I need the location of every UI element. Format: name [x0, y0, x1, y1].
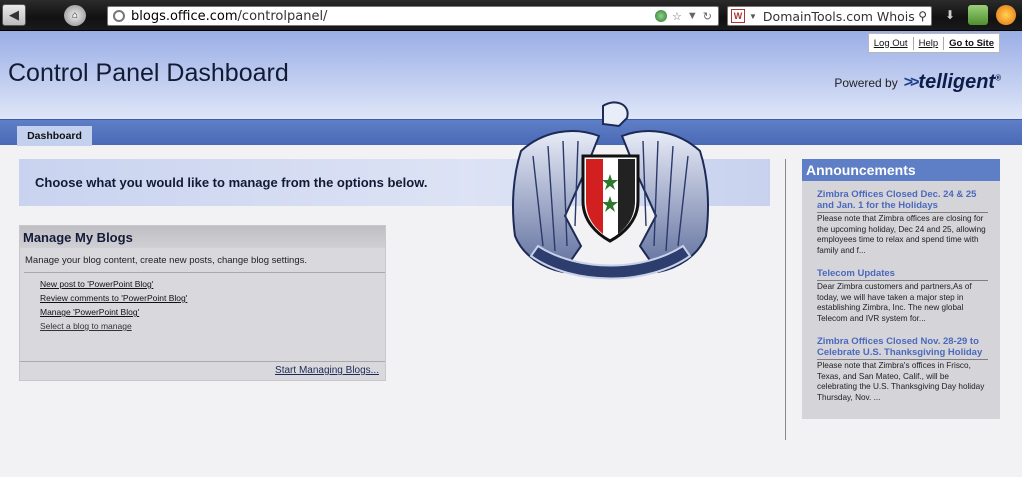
announcement-item: Zimbra Offices Closed Dec. 24 & 25 and J… [817, 189, 988, 256]
browser-toolbar: ◀ ⌂ blogs.office.com/controlpanel/ ☆ ▼ ↻… [0, 0, 1022, 31]
extension-icon[interactable] [996, 5, 1016, 25]
manage-blogs-footer: Start Managing Blogs... [20, 361, 385, 380]
column-divider [785, 159, 786, 440]
manage-blogs-title: Manage My Blogs [20, 226, 385, 248]
announcement-body: Please note that Zimbra offices are clos… [817, 214, 986, 255]
reload-icon[interactable]: ↻ [703, 10, 712, 23]
search-engine-icon[interactable]: W [731, 9, 745, 23]
powered-by-label: Powered by [834, 75, 898, 90]
logout-link[interactable]: Log Out [869, 38, 913, 49]
announcement-item: Telecom Updates Dear Zimbra customers an… [817, 268, 988, 324]
tab-dashboard[interactable]: Dashboard [17, 126, 92, 146]
globe-icon [113, 10, 125, 22]
home-icon: ⌂ [71, 10, 79, 21]
search-engine-caret-icon[interactable]: ▼ [749, 12, 757, 21]
announcements-panel: Announcements Zimbra Offices Closed Dec.… [802, 159, 1000, 419]
announcement-title-link[interactable]: Telecom Updates [817, 268, 988, 281]
announcement-item: Zimbra Offices Closed Nov. 28-29 to Cele… [817, 336, 988, 403]
telligent-logo-icon: >> [903, 73, 920, 91]
select-blog-link[interactable]: Select a blog to manage [40, 319, 385, 333]
emblem-image [512, 101, 709, 280]
url-text[interactable]: blogs.office.com/controlpanel/ [131, 9, 655, 24]
url-bar[interactable]: blogs.office.com/controlpanel/ ☆ ▼ ↻ [107, 6, 719, 26]
search-bar[interactable]: W ▼ DomainTools.com Whois ⚲ [727, 6, 932, 26]
announcements-list: Zimbra Offices Closed Dec. 24 & 25 and J… [802, 181, 1000, 403]
download-icon[interactable]: ⬇ [940, 5, 960, 25]
manage-blogs-panel: Manage My Blogs Manage your blog content… [19, 225, 386, 381]
addon-icon[interactable] [968, 5, 988, 25]
start-managing-blogs-link[interactable]: Start Managing Blogs... [275, 365, 379, 376]
back-button[interactable]: ◀ [2, 4, 26, 26]
manage-blog-link[interactable]: Manage 'PowerPoint Blog' [40, 305, 385, 319]
announcement-title-link[interactable]: Zimbra Offices Closed Dec. 24 & 25 and J… [817, 189, 988, 213]
bookmark-star-icon[interactable]: ☆ [672, 10, 682, 23]
announcement-title-link[interactable]: Zimbra Offices Closed Nov. 28-29 to Cele… [817, 336, 988, 360]
new-post-link[interactable]: New post to 'PowerPoint Blog' [40, 277, 385, 291]
instruction-text: Choose what you would like to manage fro… [35, 175, 428, 190]
top-links: Log Out Help Go to Site [867, 33, 1000, 53]
dropdown-caret-icon[interactable]: ▼ [687, 10, 698, 22]
site-status-icon[interactable] [655, 10, 668, 22]
help-link[interactable]: Help [914, 38, 944, 49]
page-title: Control Panel Dashboard [8, 59, 289, 87]
go-to-site-link[interactable]: Go to Site [944, 38, 999, 49]
powered-by: Powered by >> telligent® [834, 71, 1001, 94]
review-comments-link[interactable]: Review comments to 'PowerPoint Blog' [40, 291, 385, 305]
announcement-body: Please note that Zimbra's offices in Fri… [817, 361, 985, 402]
back-arrow-icon: ◀ [9, 7, 19, 22]
home-button[interactable]: ⌂ [64, 5, 86, 26]
search-icon[interactable]: ⚲ [918, 9, 927, 23]
announcements-title: Announcements [802, 159, 1000, 181]
blog-links-list: New post to 'PowerPoint Blog' Review com… [20, 273, 385, 333]
telligent-logo-text: telligent® [918, 71, 1001, 93]
search-input[interactable]: DomainTools.com Whois [763, 9, 918, 24]
manage-blogs-description: Manage your blog content, create new pos… [25, 255, 308, 266]
announcement-body: Dear Zimbra customers and partners,As of… [817, 282, 972, 323]
